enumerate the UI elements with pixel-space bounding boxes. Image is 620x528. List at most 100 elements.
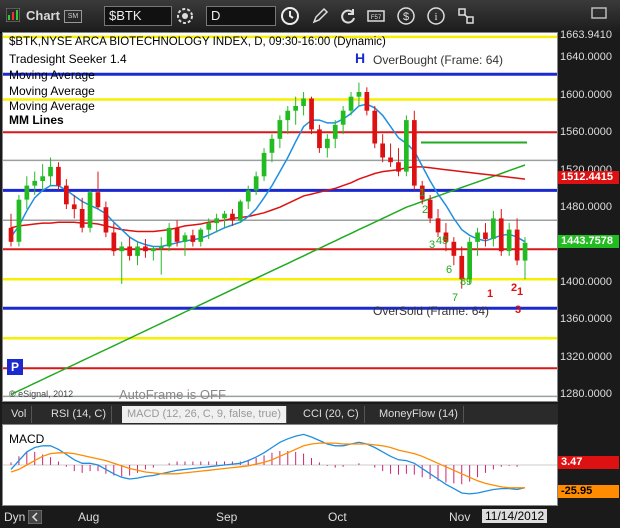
pencil-icon[interactable] — [310, 6, 330, 26]
candle-body — [111, 232, 117, 252]
price-axis-label: 1640.0000 — [560, 51, 612, 64]
candle-body — [522, 242, 528, 261]
seeker-count-green: 2 — [422, 204, 428, 216]
svg-text:i: i — [434, 11, 437, 23]
scroll-left-icon[interactable] — [28, 510, 42, 524]
month-nov: Nov — [449, 510, 471, 524]
candle-body — [71, 204, 77, 210]
link-icon[interactable] — [456, 6, 476, 26]
dollar-icon[interactable]: $ — [396, 6, 416, 26]
seeker-count-green: 6 — [446, 264, 452, 276]
fundamentals-icon[interactable]: F57 — [366, 6, 386, 26]
candle-body — [135, 246, 140, 256]
study-label-ma1: Moving Average — [9, 68, 95, 82]
chart-description: $BTK,NYSE ARCA BIOTECHNOLOGY INDEX, D, 0… — [9, 36, 386, 48]
clock-icon[interactable] — [280, 6, 300, 26]
study-label-ma2: Moving Average — [9, 84, 95, 98]
price-axis-label: 1320.0000 — [560, 350, 612, 363]
sm-badge[interactable]: SM — [64, 10, 82, 23]
candle-body — [285, 110, 291, 121]
candle-body — [356, 92, 362, 97]
ma-price-badge: 1512.4415 — [558, 170, 619, 184]
candle-body — [40, 176, 45, 181]
price-axis-label: 1280.0000 — [560, 388, 612, 401]
tab-rsi[interactable]: RSI (14, C) — [46, 406, 113, 423]
macd-axis: 3.47 -25.95 — [558, 424, 620, 506]
autoframe-label: AutoFrame is OFF — [119, 387, 226, 402]
candle-body — [8, 227, 14, 242]
candle-body — [491, 218, 496, 239]
tab-vol[interactable]: Vol — [6, 406, 33, 423]
window-controls-icon[interactable] — [590, 4, 610, 24]
candle-body — [388, 157, 393, 163]
candle-body — [166, 227, 172, 247]
candle-body — [16, 199, 22, 242]
candle-body — [64, 185, 69, 205]
tab-cci[interactable]: CCI (20, C) — [298, 406, 365, 423]
candle-body — [253, 176, 259, 191]
chart-app-icon — [6, 8, 20, 22]
candle-body — [427, 199, 433, 219]
seeker-count-green: 5 — [442, 235, 448, 247]
candle-body — [309, 98, 314, 130]
candle-body — [364, 92, 370, 111]
candle-body — [325, 138, 330, 149]
price-axis-label: 1600.0000 — [560, 88, 612, 101]
candle-body — [238, 201, 243, 221]
svg-text:F57: F57 — [371, 15, 382, 21]
candle-body — [79, 209, 85, 228]
candle-body — [277, 120, 283, 139]
candle-body — [158, 246, 164, 249]
study-label-mm-lines: MM Lines — [9, 113, 64, 127]
indicator-tabs: Vol RSI (14, C) MACD (12, 26, C, 9, fals… — [2, 404, 558, 424]
candle-body — [32, 180, 38, 186]
seeker-count-green: 1 — [419, 187, 425, 199]
seeker-count-green: 3 — [429, 239, 435, 251]
dyn-label[interactable]: Dyn — [4, 510, 25, 524]
gear-icon[interactable] — [175, 6, 195, 26]
price-axis-label: 1663.9410 — [560, 28, 612, 41]
seeker-count-red: 3 — [515, 304, 521, 316]
candle-body — [143, 246, 148, 252]
candle-body — [261, 152, 267, 177]
copyright-label: © eSignal, 2012 — [9, 389, 74, 399]
month-oct: Oct — [328, 510, 347, 524]
candle-body — [269, 138, 275, 153]
candle-body — [483, 232, 488, 240]
time-axis: Dyn Aug Sep Oct Nov 11/14/2012 — [0, 506, 620, 528]
macd-value-badge: 3.47 — [558, 456, 619, 469]
overbought-label: OverBought (Frame: 64) — [373, 53, 504, 67]
info-icon[interactable]: i — [426, 6, 446, 26]
interval-input[interactable]: D — [206, 6, 276, 26]
tab-macd[interactable]: MACD (12, 26, C, 9, false, true) — [122, 406, 288, 423]
candle-body — [451, 241, 457, 256]
candle-body — [498, 218, 504, 252]
price-axis-label: 1560.0000 — [560, 126, 612, 139]
macd-chart-svg — [3, 433, 557, 495]
price-chart-pane[interactable]: H1234567891213 $BTK,NYSE ARCA BIOTECHNOL… — [2, 32, 558, 402]
refresh-icon[interactable] — [338, 6, 358, 26]
candle-body — [293, 106, 298, 111]
candle-body — [119, 246, 125, 252]
current-date: 11/14/2012 — [482, 509, 548, 523]
candle-body — [56, 166, 61, 186]
candle-body — [24, 185, 30, 200]
tab-moneyflow[interactable]: MoneyFlow (14) — [374, 406, 464, 423]
p-badge[interactable]: P — [7, 359, 23, 375]
candle-body — [103, 207, 109, 233]
candle-body — [301, 98, 306, 106]
svg-text:$: $ — [403, 11, 409, 23]
month-sep: Sep — [216, 510, 238, 524]
price-axis: 1663.9410 1640.0000 1600.0000 1560.0000 1520… — [558, 28, 620, 402]
candle-body — [214, 218, 219, 224]
macd-line — [10, 433, 526, 495]
candle-body — [48, 166, 53, 177]
candle-body — [332, 124, 338, 139]
symbol-input[interactable]: $BTK — [104, 6, 172, 26]
oversold-label: OverSold (Frame: 64) — [373, 304, 490, 318]
macd-pane[interactable]: MACD — [2, 424, 558, 506]
study-label-ma3: Moving Average — [9, 99, 95, 113]
candle-body — [380, 143, 385, 158]
candle-body — [222, 213, 227, 219]
candle-body — [348, 96, 354, 111]
